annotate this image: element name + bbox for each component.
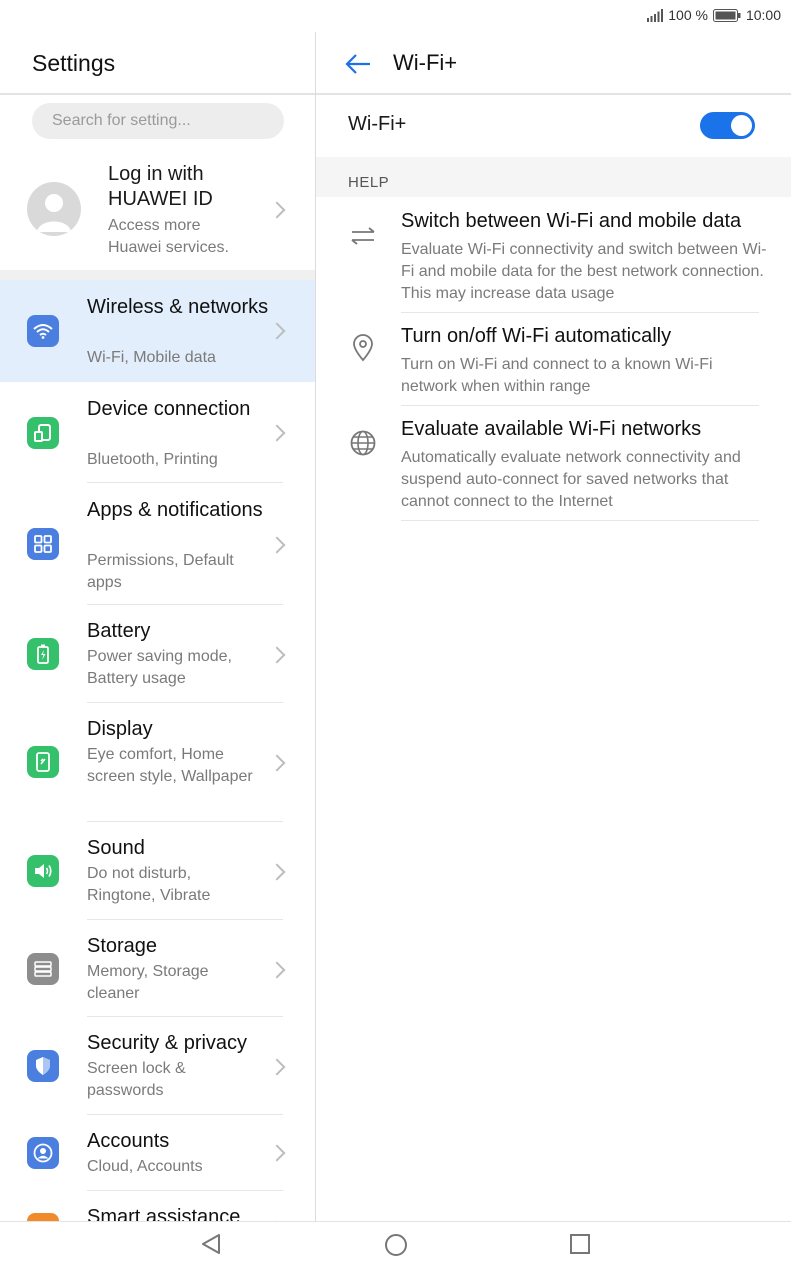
clock: 10:00	[746, 7, 781, 23]
header-divider	[0, 93, 315, 95]
help-item-title: Turn on/off Wi-Fi automatically	[401, 325, 671, 348]
sidebar-item-smart-assistance[interactable]: Smart assistance	[0, 1191, 315, 1221]
sidebar-item-subtitle: Permissions, Default apps	[87, 550, 257, 594]
wifi-plus-pane: Wi-Fi+ Wi-Fi+ HELP Switch between Wi-Fi …	[316, 32, 791, 1221]
help-item-description: Automatically evaluate network connectiv…	[401, 447, 771, 513]
sidebar-item-subtitle: Power saving mode, Battery usage	[87, 646, 257, 690]
sidebar-item-apps-notifications[interactable]: Apps & notifications Permissions, Defaul…	[0, 483, 315, 605]
battery-percent: 100 %	[668, 7, 708, 23]
sidebar-item-subtitle: Cloud, Accounts	[87, 1156, 257, 1178]
sidebar-item-security-privacy[interactable]: Security & privacy Screen lock & passwor…	[0, 1017, 315, 1115]
chevron-right-icon	[269, 647, 286, 664]
divider	[401, 520, 759, 521]
chevron-right-icon	[269, 425, 286, 442]
help-list: Switch between Wi-Fi and mobile data Eva…	[316, 197, 791, 1221]
sidebar-item-sound[interactable]: Sound Do not disturb, Ringtone, Vibrate	[0, 822, 315, 920]
account-icon	[27, 1137, 59, 1169]
sidebar-item-subtitle: Wi-Fi, Mobile data	[87, 347, 257, 369]
device-connection-icon	[27, 417, 59, 449]
sidebar-item-title: Security & privacy	[87, 1031, 277, 1056]
sidebar-item-subtitle: Bluetooth, Printing	[87, 449, 257, 471]
account-title: Log in with HUAWEI ID	[108, 162, 288, 212]
navigation-bar	[0, 1221, 791, 1267]
sidebar-item-title: Accounts	[87, 1129, 277, 1154]
storage-icon	[27, 953, 59, 985]
section-separator	[0, 270, 315, 280]
signal-icon	[647, 9, 663, 22]
swap-arrows-icon	[348, 221, 378, 251]
help-item-evaluate-networks: Evaluate available Wi-Fi networks Automa…	[316, 406, 791, 521]
sidebar-item-storage[interactable]: Storage Memory, Storage cleaner	[0, 920, 315, 1017]
back-arrow-icon[interactable]	[344, 50, 372, 78]
help-item-title: Switch between Wi-Fi and mobile data	[401, 210, 741, 233]
chevron-right-icon	[269, 537, 286, 554]
sidebar-item-title: Display	[87, 717, 277, 742]
huawei-id-login[interactable]: Log in with HUAWEI ID Access more Huawei…	[0, 152, 315, 270]
detail-header	[316, 32, 791, 93]
globe-icon	[348, 428, 378, 458]
sidebar-item-title: Smart assistance	[87, 1205, 277, 1221]
wifi-icon	[27, 315, 59, 347]
smart-assistance-icon	[27, 1213, 59, 1221]
avatar	[27, 182, 81, 236]
sidebar-item-subtitle: Do not disturb, Ringtone, Vibrate	[87, 863, 257, 907]
detail-title: Wi-Fi+	[393, 50, 457, 76]
sidebar-item-subtitle: Screen lock & passwords	[87, 1058, 257, 1102]
battery-icon	[713, 9, 741, 22]
nav-back-icon[interactable]	[201, 1233, 221, 1255]
wifi-plus-switch[interactable]	[700, 112, 755, 139]
sidebar-item-title: Sound	[87, 836, 277, 861]
help-item-description: Turn on Wi-Fi and connect to a known Wi-…	[401, 354, 771, 398]
help-item-title: Evaluate available Wi-Fi networks	[401, 418, 701, 441]
switch-knob	[731, 115, 752, 136]
sidebar-item-title: Device connection	[87, 397, 277, 422]
settings-pane: Settings Search for setting... Log in wi…	[0, 32, 315, 1221]
chevron-right-icon	[269, 1059, 286, 1076]
help-item-switch-wifi-mobile: Switch between Wi-Fi and mobile data Eva…	[316, 197, 791, 313]
sidebar-item-wireless-networks[interactable]: Wireless & networks Wi-Fi, Mobile data	[0, 280, 315, 382]
sidebar-item-accounts[interactable]: Accounts Cloud, Accounts	[0, 1115, 315, 1191]
sidebar-item-title: Battery	[87, 619, 277, 644]
sidebar-item-subtitle: Eye comfort, Home screen style, Wallpape…	[87, 744, 257, 788]
sidebar-item-device-connection[interactable]: Device connection Bluetooth, Printing	[0, 382, 315, 483]
sidebar-item-title: Wireless & networks	[87, 295, 277, 320]
status-bar: 100 % 10:00	[0, 0, 791, 32]
sidebar-item-title: Storage	[87, 934, 277, 959]
help-item-auto-wifi: Turn on/off Wi-Fi automatically Turn on …	[316, 313, 791, 406]
apps-icon	[27, 528, 59, 560]
wifi-plus-label: Wi-Fi+	[348, 113, 406, 136]
chevron-right-icon	[269, 755, 286, 772]
chevron-right-icon	[269, 864, 286, 881]
search-input[interactable]: Search for setting...	[32, 103, 284, 139]
battery-icon	[27, 638, 59, 670]
chevron-right-icon	[269, 962, 286, 979]
sound-icon	[27, 855, 59, 887]
account-subtitle: Access more Huawei services.	[108, 215, 258, 259]
wifi-plus-toggle-row[interactable]: Wi-Fi+	[316, 95, 791, 157]
sidebar-item-subtitle: Memory, Storage cleaner	[87, 961, 257, 1005]
help-item-description: Evaluate Wi-Fi connectivity and switch b…	[401, 239, 771, 305]
display-icon	[27, 746, 59, 778]
page-title: Settings	[32, 50, 115, 77]
shield-icon	[27, 1050, 59, 1082]
nav-home-icon[interactable]	[385, 1234, 407, 1256]
sidebar-item-display[interactable]: Display Eye comfort, Home screen style, …	[0, 703, 315, 822]
help-section-header: HELP	[348, 174, 389, 191]
nav-recents-icon[interactable]	[570, 1234, 590, 1254]
chevron-right-icon	[269, 323, 286, 340]
location-pin-icon	[348, 333, 378, 363]
sidebar-item-battery[interactable]: Battery Power saving mode, Battery usage	[0, 605, 315, 703]
sidebar-item-title: Apps & notifications	[87, 498, 277, 523]
